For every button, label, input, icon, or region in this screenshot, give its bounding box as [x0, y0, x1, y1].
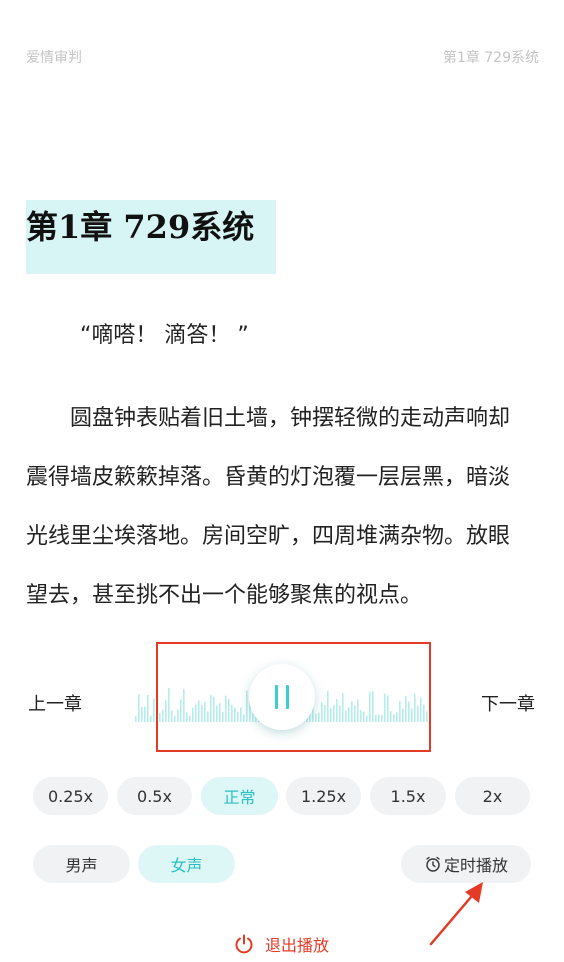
chapter-title: 第1章 729系统: [26, 200, 276, 274]
alarm-clock-icon: [426, 856, 440, 872]
speed-option-selected[interactable]: 正常: [201, 777, 278, 815]
chapter-title-text: 第1章 729系统: [26, 208, 255, 246]
prev-chapter-button[interactable]: 上一章: [28, 690, 82, 716]
speed-option[interactable]: 2x: [455, 777, 530, 815]
next-chapter-button[interactable]: 下一章: [481, 690, 535, 716]
speed-option[interactable]: 1.5x: [370, 777, 446, 815]
annotation-arrow: [429, 882, 483, 946]
paragraph-line: “嘀嗒！ 滴答！ ”: [80, 323, 249, 348]
paragraph-line: 光线里尘埃落地。房间空旷，四周堆满杂物。放眼: [26, 524, 511, 549]
voice-option-male[interactable]: 男声: [33, 845, 130, 883]
speed-option[interactable]: 0.25x: [33, 777, 108, 815]
chapter-label: 第1章 729系统: [442, 50, 539, 66]
exit-playback-label: 退出播放: [265, 936, 330, 955]
annotation-highlight-box: [156, 642, 431, 752]
timer-play-label: 定时播放: [443, 856, 508, 875]
voice-option-female[interactable]: 女声: [138, 845, 235, 883]
paragraph-line: 圆盘钟表贴着旧土墙，钟摆轻微的走动声响却: [70, 406, 511, 431]
speed-option[interactable]: 1.25x: [286, 777, 361, 815]
power-icon: [235, 934, 253, 954]
paragraph-line: 望去，甚至挑不出一个能够聚焦的视点。: [26, 583, 423, 608]
speed-option[interactable]: 0.5x: [117, 777, 192, 815]
paragraph-line: 震得墙皮簌簌掉落。昏黄的灯泡覆一层层黑，暗淡: [26, 465, 511, 490]
book-title: 爱情审判: [26, 50, 82, 66]
exit-playback-button[interactable]: 退出播放: [233, 932, 329, 956]
